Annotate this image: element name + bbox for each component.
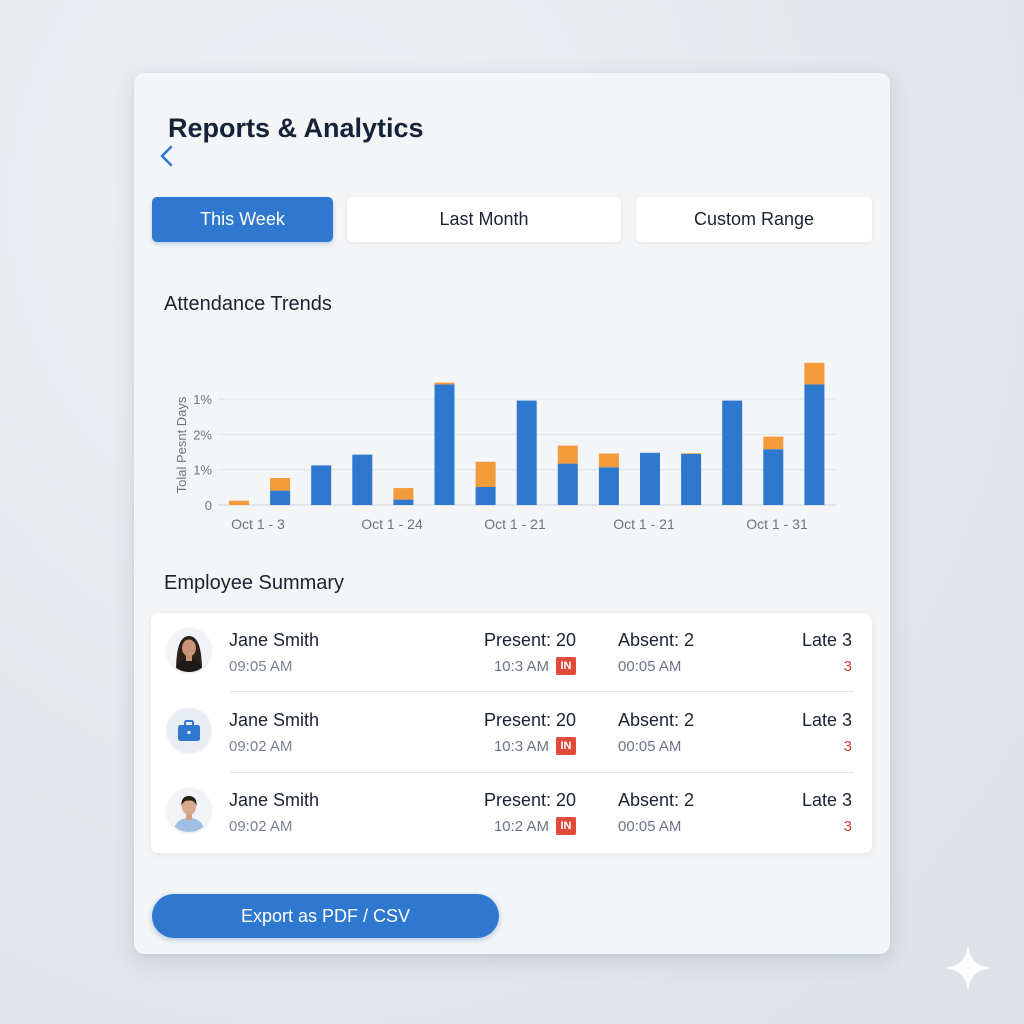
in-status-badge: IN [556, 817, 576, 835]
bar-late [598, 453, 619, 468]
employee-name: Jane Smith [229, 710, 320, 730]
present-count: Present: 20 [483, 790, 576, 810]
employee-summary-list: Jane Smith 09:05 AM Present: 20 10:3 AM … [151, 613, 872, 853]
employee-row[interactable]: Jane Smith 09:05 AM Present: 20 10:3 AM … [151, 613, 872, 693]
present-count: Present: 20 [483, 710, 576, 730]
x-tick-label: Oct 1 - 31 [746, 516, 808, 532]
x-tick-label: Oct 1 - 21 [484, 516, 546, 532]
check-in-time: 10:3 AM [493, 658, 549, 675]
employee-time: 09:02 AM [229, 738, 293, 755]
y-tick-label: 2% [193, 427, 212, 442]
bar-late [763, 436, 784, 450]
x-tick-label: Oct 1 - 21 [613, 516, 675, 532]
x-tick-label: Oct 1 - 3 [231, 516, 285, 532]
in-status-badge: IN [556, 737, 576, 755]
bar-late [434, 382, 455, 385]
absent-count: Absent: 2 [618, 630, 695, 650]
late-count: Late 3 [801, 630, 852, 650]
bar-late [229, 500, 249, 505]
bar-present [475, 487, 496, 505]
bar-present [722, 400, 743, 505]
employee-row[interactable]: Jane Smith 09:02 AM Present: 20 10:2 AM … [151, 773, 872, 853]
bar-late [681, 453, 702, 454]
employee-time: 09:05 AM [229, 658, 293, 675]
employee-name: Jane Smith [229, 790, 320, 810]
sparkle-icon [944, 944, 992, 992]
absent-time: 00:05 AM [618, 818, 682, 835]
bar-present [434, 384, 455, 505]
man-avatar [167, 788, 211, 832]
bar-late [557, 445, 578, 464]
bar-present [557, 463, 578, 505]
employee-time: 09:02 AM [229, 818, 293, 835]
late-count: Late 3 [801, 790, 852, 810]
late-value: 3 [843, 738, 852, 755]
bar-present [311, 465, 332, 505]
briefcase-icon [167, 708, 211, 752]
bar-late [804, 362, 825, 385]
bar-present [352, 454, 373, 505]
bar-present [516, 400, 537, 505]
employee-row[interactable]: Jane Smith 09:02 AM Present: 20 10:3 AM … [151, 693, 872, 773]
x-tick-label: Oct 1 - 24 [361, 516, 423, 532]
attendance-chart: 0 1% 2% 1% Tolal Pesnt Days Oct 1 - 3 Oct 1 - … [174, 362, 836, 532]
bar-late [270, 478, 291, 491]
absent-time: 00:05 AM [618, 658, 682, 675]
bar-present [804, 384, 825, 505]
briefcase-avatar [167, 708, 211, 752]
late-value: 3 [843, 818, 852, 835]
late-value: 3 [843, 658, 852, 675]
employee-summary-title: Employee Summary [164, 572, 345, 594]
bar-present [640, 452, 660, 505]
check-in-time: 10:2 AM [493, 818, 549, 835]
in-status-badge: IN [556, 657, 576, 675]
bar-late [475, 461, 496, 487]
row-divider [230, 691, 854, 692]
reports-card: Reports & Analytics This Week Last Month… [134, 73, 890, 954]
bar-present [681, 453, 702, 505]
bar-present [270, 490, 291, 505]
absent-time: 00:05 AM [618, 738, 682, 755]
check-in-time: 10:3 AM [493, 738, 549, 755]
absent-count: Absent: 2 [618, 790, 695, 810]
present-count: Present: 20 [483, 630, 576, 650]
export-button[interactable]: Export as PDF / CSV [152, 894, 499, 938]
y-axis-label: Tolal Pesnt Days [174, 396, 189, 493]
bar-present [393, 499, 414, 505]
bar-late [393, 488, 414, 500]
bar-present [598, 467, 619, 505]
late-count: Late 3 [801, 710, 852, 730]
bar-present [763, 449, 784, 505]
y-tick-label: 1% [193, 392, 212, 407]
y-tick-label: 0 [205, 498, 212, 513]
employee-name: Jane Smith [229, 630, 320, 650]
woman-avatar [167, 628, 211, 672]
y-tick-label: 1% [193, 463, 212, 478]
absent-count: Absent: 2 [618, 710, 695, 730]
